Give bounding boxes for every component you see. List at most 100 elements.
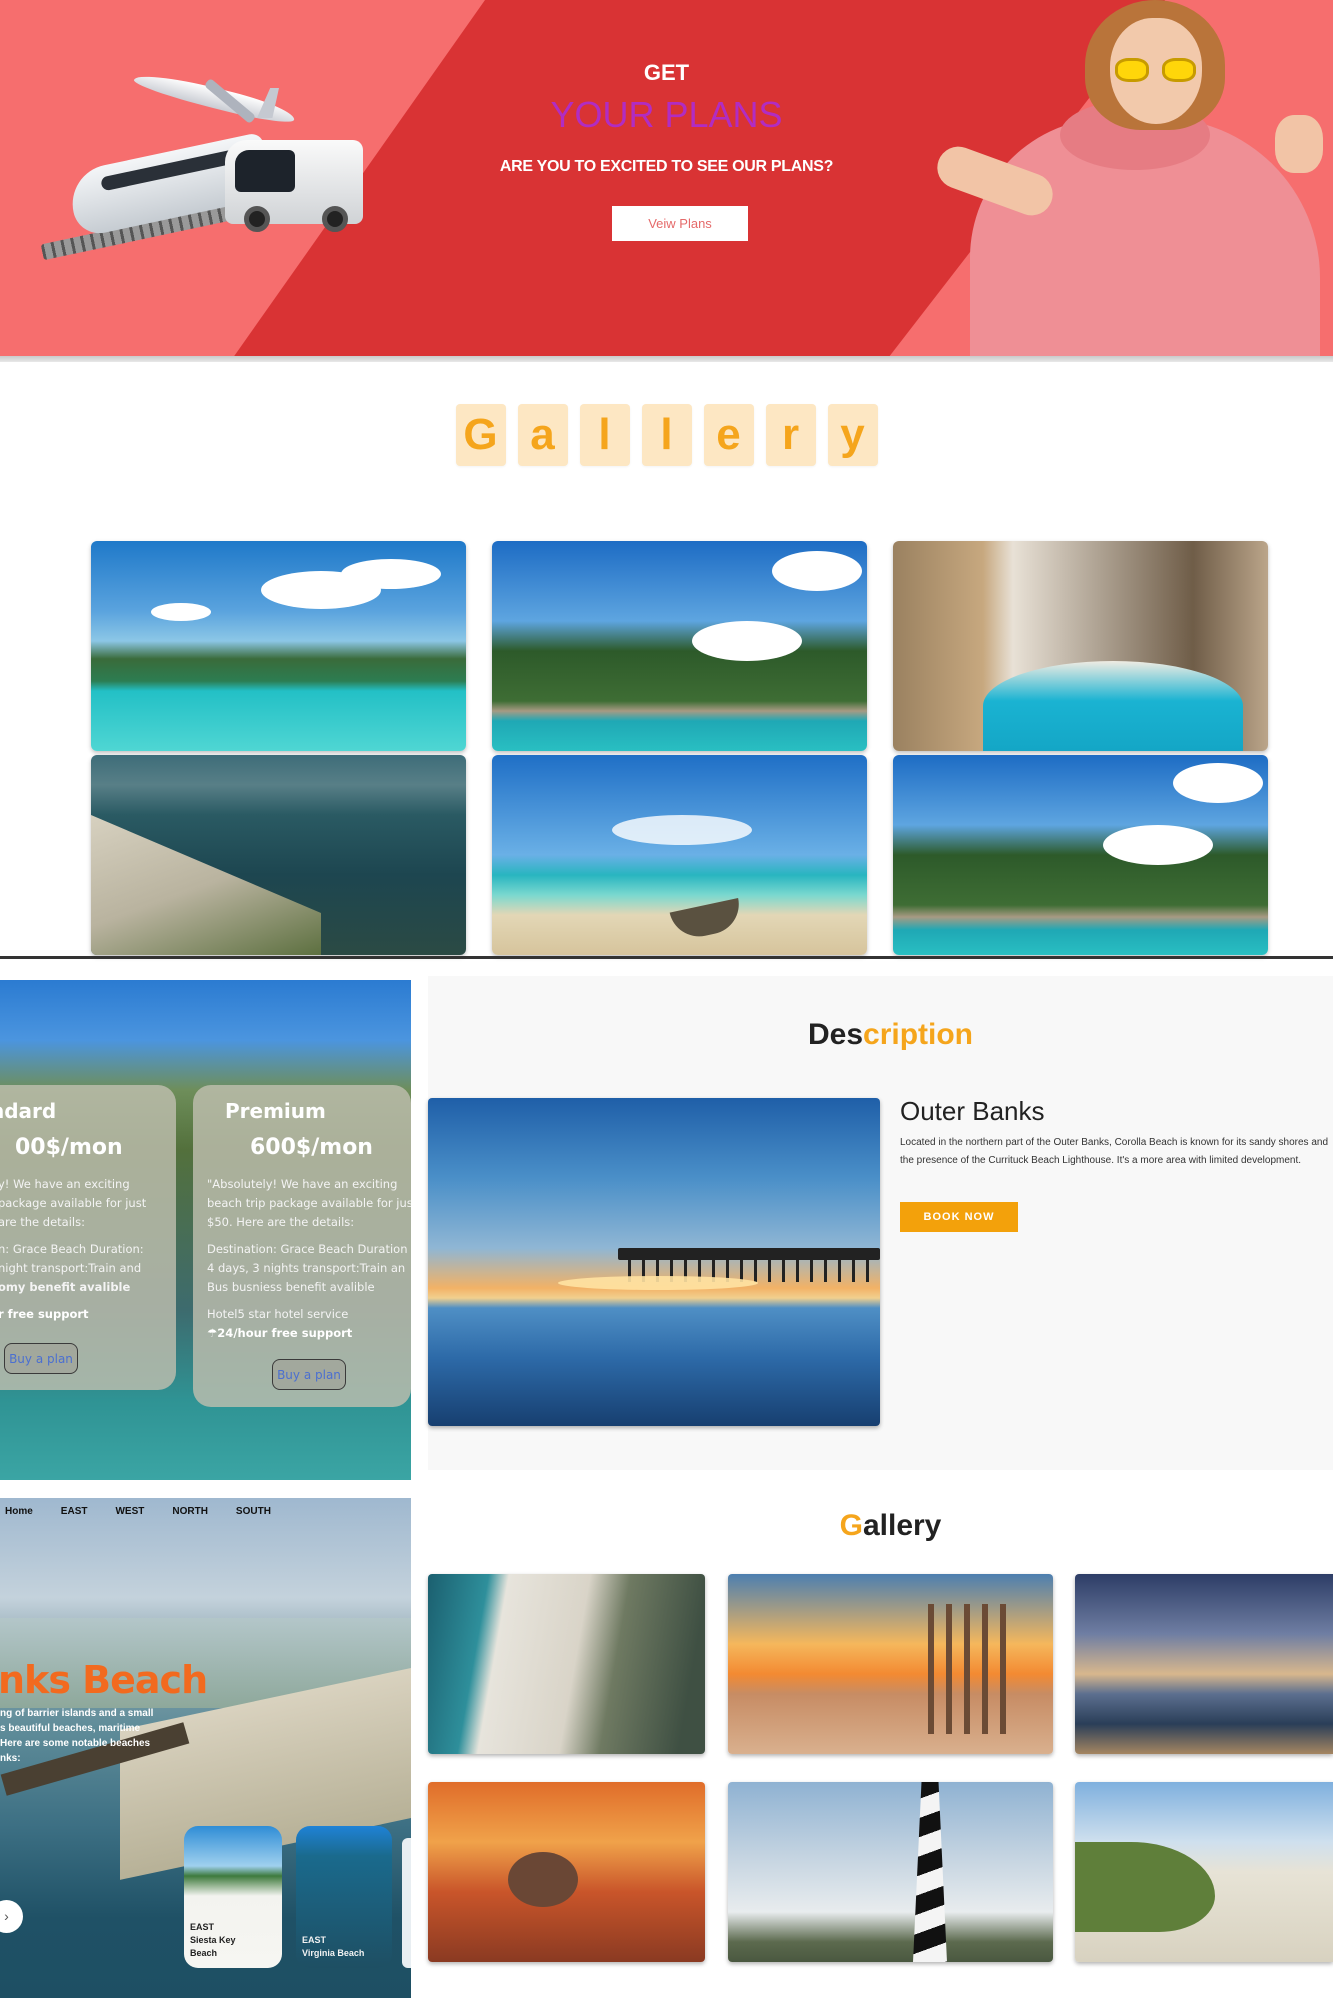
sunglasses-lens <box>1115 58 1149 82</box>
cloud <box>1103 825 1213 865</box>
plan-name: ndard <box>0 1099 57 1123</box>
beach-intro-line: nks: <box>0 1753 21 1764</box>
plan-hotel: Hotel5 star hotel service <box>207 1307 349 1321</box>
beach-card-name: Siesta Key Beach <box>190 1935 236 1958</box>
beach-card-label: EAST Siesta Key Beach <box>190 1921 260 1960</box>
plan-detail-line: n: Grace Beach Duration: <box>0 1242 144 1256</box>
gallery-letter: l <box>641 404 692 466</box>
beach-intro-line: s beautiful beaches, maritime <box>0 1723 141 1734</box>
standard-buy-plan-button[interactable]: Buy a plan <box>4 1343 78 1374</box>
premium-buy-plan-button[interactable]: Buy a plan <box>272 1359 346 1390</box>
striped-lighthouse <box>913 1782 947 1962</box>
beach-card-virginia[interactable]: EAST Virginia Beach <box>296 1826 392 1968</box>
beach-card-region: EAST <box>190 1922 215 1932</box>
gallery2-sunset-fence[interactable] <box>728 1574 1053 1754</box>
gallery-letter: a <box>517 404 568 466</box>
plan-text-line: "Absolutely! We have an exciting <box>207 1177 398 1191</box>
plan-detail-line: omy benefit avalible <box>0 1280 131 1294</box>
gallery2-lighthouse[interactable] <box>728 1782 1053 1962</box>
plan-support: ☂24/hour free support <box>207 1326 353 1340</box>
plan-text-line: y! We have an exciting <box>0 1177 130 1191</box>
description-section: Description Outer Banks Located in the n… <box>428 976 1333 1470</box>
sunglasses-lens <box>1162 58 1196 82</box>
cloud <box>341 559 441 589</box>
beach-card-region: EAST <box>302 1935 327 1945</box>
cove-water <box>983 661 1243 751</box>
plan-detail-line: 4 days, 3 nights transport:Train an <box>207 1261 406 1275</box>
beach-title: nks Beach <box>0 1658 208 1702</box>
gallery-letter: G <box>455 404 506 466</box>
gallery2-aerial-beach[interactable] <box>428 1574 705 1754</box>
book-now-button[interactable]: BOOK NOW <box>900 1202 1018 1232</box>
nav-south[interactable]: SOUTH <box>236 1506 271 1517</box>
cloud <box>1173 763 1263 803</box>
plan-text-line: $50. Here are the details: <box>207 1215 355 1229</box>
heading-highlight-part: G <box>839 1509 863 1542</box>
gallery2-ocean-dusk[interactable] <box>1075 1574 1333 1754</box>
plan-price: 600$/mon <box>250 1135 373 1160</box>
place-name: Outer Banks <box>900 1096 1045 1126</box>
gallery2-heading: Gallery <box>428 1509 1333 1543</box>
plan-detail-line: night transport:Train and <box>0 1261 142 1275</box>
sandy-shore <box>91 815 321 955</box>
wooden-boat <box>669 898 745 942</box>
gallery2-dune-grass[interactable] <box>1075 1782 1333 1962</box>
plan-name: Premium <box>225 1099 326 1123</box>
gallery-image-boats-bay[interactable] <box>91 755 466 955</box>
cloud <box>612 815 752 845</box>
pier-deck <box>618 1248 880 1260</box>
beach-intro: ng of barrier islands and a small s beau… <box>0 1706 200 1766</box>
section-divider <box>0 956 1333 959</box>
sun-glow <box>558 1276 758 1290</box>
beach-landing-section: Home EAST WEST NORTH SOUTH nks Beach ng … <box>0 1498 411 1998</box>
beach-intro-line: ng of barrier islands and a small <box>0 1708 154 1719</box>
beach-intro-line: Here are some notable beaches <box>0 1738 151 1749</box>
plan-description: "Absolutely! We have an exciting beach t… <box>207 1175 411 1343</box>
nav-north[interactable]: NORTH <box>172 1506 208 1517</box>
gallery-letter: l <box>579 404 630 466</box>
heading-dark-part: Des <box>807 1018 864 1051</box>
gallery-letter: e <box>703 404 754 466</box>
heading-dark-part: allery <box>862 1509 942 1542</box>
bus-wheel <box>244 206 270 232</box>
bus-wheel <box>322 206 348 232</box>
outer-banks-pier-image <box>428 1098 880 1426</box>
place-description: Located in the northern part of the Oute… <box>900 1137 1329 1166</box>
beach-card-next-edge <box>402 1838 411 1968</box>
ok-hand <box>1275 115 1323 173</box>
hero-banner: GET YOUR PLANS ARE YOU TO EXCITED TO SEE… <box>0 0 1333 362</box>
plan-detail-line: Destination: Grace Beach Duration <box>207 1242 408 1256</box>
beach-card-label: EAST Virginia Beach <box>302 1934 364 1960</box>
nav-home[interactable]: Home <box>5 1506 33 1517</box>
dune-fence <box>928 1604 1018 1734</box>
nav-west[interactable]: WEST <box>115 1506 144 1517</box>
gallery-image-navagio-cove[interactable] <box>893 541 1268 751</box>
plan-text-line: are the details: <box>0 1215 85 1229</box>
beach-card-siesta-key[interactable]: EAST Siesta Key Beach <box>184 1826 282 1968</box>
cloud <box>772 551 862 591</box>
gallery-image-bora-bora[interactable] <box>91 541 466 751</box>
seashell <box>508 1852 578 1907</box>
gallery2-seashell-sunset[interactable] <box>428 1782 705 1962</box>
gallery-image-tropical-shore[interactable] <box>492 755 867 955</box>
plan-detail-line: Bus busniess benefit avalible <box>207 1280 375 1294</box>
pricing-section: ndard 00$/mon y! We have an exciting pac… <box>0 980 411 1480</box>
plan-price: 00$/mon <box>15 1135 123 1160</box>
gallery-heading: G a l l e r y <box>0 404 1333 466</box>
view-plans-button[interactable]: Veiw Plans <box>612 206 748 241</box>
hero-bottom-shadow <box>0 356 1333 362</box>
gallery-image-seychelles-rocks-2[interactable] <box>893 755 1268 955</box>
cloud <box>692 621 802 661</box>
heading-highlight-part: cription <box>863 1018 974 1051</box>
gallery-letter: y <box>827 404 878 466</box>
slider-next-button[interactable]: › <box>0 1900 23 1933</box>
gallery-image-seychelles-rocks[interactable] <box>492 541 867 751</box>
plan-description: y! We have an exciting package available… <box>0 1175 198 1324</box>
standard-plan-card: ndard 00$/mon y! We have an exciting pac… <box>0 1085 176 1390</box>
description-heading: Description <box>428 1018 1333 1052</box>
cloud <box>151 603 211 621</box>
region-nav: Home EAST WEST NORTH SOUTH <box>5 1506 271 1517</box>
gallery-letter: r <box>765 404 816 466</box>
nav-east[interactable]: EAST <box>61 1506 88 1517</box>
plan-support: r free support <box>0 1307 89 1321</box>
